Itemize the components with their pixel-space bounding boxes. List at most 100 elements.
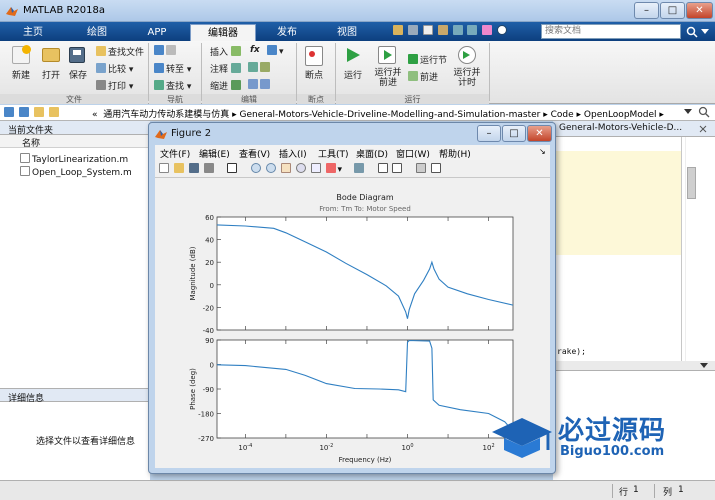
search-folder-icon[interactable] [698,106,710,118]
menu-view[interactable]: 查看(V) [239,147,270,160]
up-folder-icon[interactable] [33,107,44,117]
print-figure-icon[interactable] [203,163,214,173]
tab-view[interactable]: 视图 [318,24,376,41]
breadcrumb-item[interactable]: OpenLoopModel [584,110,657,120]
collapse-ribbon-icon[interactable] [700,28,710,36]
tab-editor[interactable]: 编辑器 [190,24,256,41]
run-and-time-button[interactable]: 运行并 计时 [449,68,485,88]
tab-apps[interactable]: APP [128,24,186,41]
details-panel: 选择文件以查看详细信息 [0,402,150,480]
maximize-button[interactable]: □ [660,2,685,19]
address-nav-buttons [4,107,61,119]
editor-scrollbar[interactable] [685,137,697,361]
menu-insert[interactable]: 插入(I) [279,147,307,160]
redo-icon[interactable] [467,25,478,35]
find-files-button[interactable]: 查找文件 [96,45,144,58]
comment-button[interactable]: 注释 [210,62,243,75]
find-button[interactable]: 查找 ▾ [154,79,191,92]
cut-icon[interactable] [407,25,418,35]
close-icon[interactable] [699,125,707,133]
show-plot-tools-icon[interactable] [431,163,442,173]
run-icon [347,48,360,62]
save-button[interactable]: 保存 [64,68,92,81]
figure-close-button[interactable]: ✕ [527,125,552,142]
save-figure-icon[interactable] [188,163,199,173]
indent-tools[interactable] [248,79,272,91]
editor-tab[interactable]: General-Motors-Vehicle-D... [559,123,682,133]
switch-windows-icon[interactable] [482,25,493,35]
rotate-3d-icon[interactable] [295,163,306,173]
undo-icon[interactable] [452,25,463,35]
print-button[interactable]: 打印 ▾ [96,79,133,92]
figure-maximize-button[interactable]: □ [502,125,526,142]
menu-help[interactable]: 帮助(H) [439,147,471,160]
compare-button[interactable]: 比较 ▾ [96,62,133,75]
y-tick-label: -90 [203,386,214,394]
open-file-icon[interactable] [173,163,184,173]
details-header[interactable]: 详细信息 [0,388,150,404]
figure-minimize-button[interactable]: – [477,125,501,142]
close-button[interactable]: ✕ [686,2,713,19]
pan-hand-icon[interactable] [280,163,291,173]
data-cursor-icon[interactable] [310,163,321,173]
zoom-in-icon[interactable] [251,163,262,173]
forward-icon[interactable] [18,107,29,117]
breadcrumb-item[interactable]: 通用汽车动力传动系建模与仿真 [103,110,229,120]
run-section-button[interactable]: 运行节 [408,53,447,66]
breakpoints-button[interactable]: 断点 [299,68,329,81]
search-input[interactable]: 搜索文档 [541,24,681,39]
menu-tools[interactable]: 工具(T) [318,147,349,160]
list-item[interactable]: TaylorLinearization.m [20,153,128,165]
brush-icon[interactable] [325,163,336,173]
zoom-out-icon[interactable] [266,163,276,173]
save-icon[interactable] [393,25,403,35]
menu-desktop[interactable]: 桌面(D) [356,147,388,160]
command-window-header [553,361,715,371]
list-item[interactable]: Open_Loop_System.m [20,166,132,178]
menu-edit[interactable]: 编辑(E) [199,147,230,160]
insert-button[interactable]: 插入 [210,45,243,58]
figure-title-bar[interactable]: Figure 2 – □ ✕ [149,123,555,145]
menu-file[interactable]: 文件(F) [160,147,190,160]
address-bar[interactable]: « 通用汽车动力传动系建模与仿真 ▸ General-Motors-Vehicl… [0,105,715,121]
print-icon [96,80,106,90]
paste-icon[interactable] [437,25,448,35]
editor-panel[interactable]: General-Motors-Vehicle-D... rake); [553,121,715,361]
group-file-label: 文件 [0,94,148,104]
run-button[interactable]: 运行 [336,68,370,81]
goto-button[interactable]: 转至 ▾ [154,62,191,75]
back-icon[interactable] [4,107,14,117]
comment-tools[interactable] [248,62,272,74]
open-button[interactable]: 打开 [36,68,66,81]
indent-button[interactable]: 缩进 [210,79,243,92]
tab-plots[interactable]: 绘图 [68,24,126,41]
chevron-down-icon[interactable] [700,363,708,369]
function-browser-dropdown[interactable]: ▾ [267,45,284,57]
link-plot-icon[interactable] [353,163,364,173]
nav-back-forward[interactable] [154,45,178,57]
edit-plot-arrow-icon[interactable] [227,163,238,173]
file-list-header[interactable]: 名称 [0,135,150,149]
fx-button[interactable]: fx [250,45,260,55]
insert-legend-icon[interactable] [392,163,403,173]
breadcrumb-item[interactable]: General-Motors-Vehicle-Driveline-Modelli… [240,110,541,120]
menu-dock-icon[interactable]: ↘ [539,147,546,156]
copy-icon[interactable] [422,25,433,35]
browse-folder-icon[interactable] [48,107,59,117]
advance-button[interactable]: 前进 [408,70,438,83]
tab-home[interactable]: 主页 [8,24,58,41]
help-icon[interactable] [497,25,508,35]
menu-window[interactable]: 窗口(W) [396,147,430,160]
breadcrumb-more[interactable]: « [92,110,98,120]
breadcrumb-item[interactable]: Code [551,110,574,120]
new-figure-icon[interactable] [159,163,169,173]
hide-plot-tools-icon[interactable] [416,163,427,173]
minimize-button[interactable]: – [634,2,659,19]
new-button[interactable]: 新建 [4,68,38,81]
tab-publish[interactable]: 发布 [258,24,316,41]
insert-colorbar-icon[interactable] [377,163,388,173]
run-and-advance-button[interactable]: 运行并 前进 [370,68,406,88]
address-dropdown-icon[interactable] [684,109,692,115]
search-icon[interactable] [686,26,698,38]
column-name[interactable]: 名称 [22,136,40,149]
